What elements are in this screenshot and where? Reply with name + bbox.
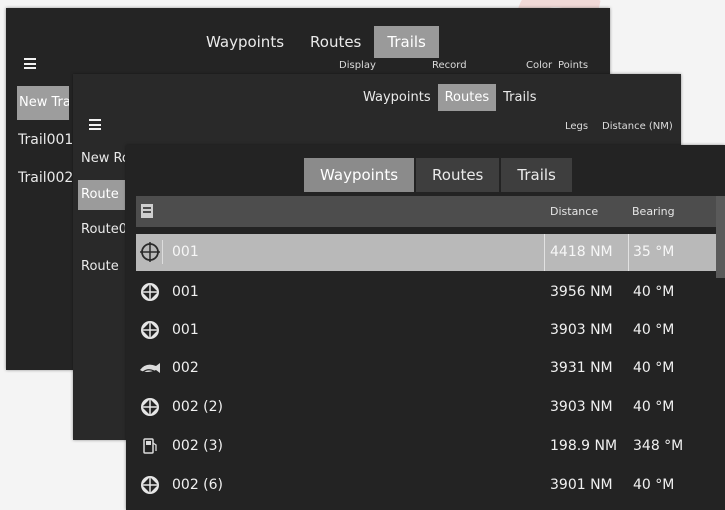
column-distance[interactable]: Distance <box>550 205 598 218</box>
fuel-waypoint-icon <box>138 434 162 458</box>
table-row[interactable]: 002 (3) 198.9 NM 348 °M <box>136 428 716 465</box>
tab-routes[interactable]: Routes <box>437 84 497 111</box>
column-legs: Legs <box>565 121 589 132</box>
tab-waypoints[interactable]: Waypoints <box>356 84 438 111</box>
table-row[interactable]: 001 3956 NM 40 °M <box>136 274 716 311</box>
column-distance: Distance (NM) <box>602 121 673 132</box>
diamond-waypoint-icon <box>138 318 162 342</box>
table-row[interactable]: 001 4418 NM 35 °M <box>136 234 716 271</box>
waypoint-bearing: 40 °M <box>633 399 675 415</box>
new-trail-button[interactable]: New Tra <box>17 86 69 120</box>
column-record: Record <box>432 60 467 71</box>
diamond-waypoint-icon <box>138 473 162 497</box>
crosshair-waypoint-icon <box>138 240 163 264</box>
waypoint-bearing: 40 °M <box>633 360 675 376</box>
waypoint-name: 002 (3) <box>172 438 224 454</box>
tab-trails[interactable]: Trails <box>501 158 572 192</box>
new-route-button[interactable]: New Ro <box>81 151 125 166</box>
waypoint-distance: 3956 NM <box>550 284 613 300</box>
table-row[interactable]: 002 (2) 3903 NM 40 °M <box>136 389 716 426</box>
table-row[interactable]: 002 3931 NM 40 °M <box>136 350 716 387</box>
trail-item[interactable]: Trail001 <box>18 132 73 148</box>
table-row[interactable]: 001 3903 NM 40 °M <box>136 312 716 349</box>
waypoint-name: 002 (6) <box>172 477 224 493</box>
waypoint-distance: 3903 NM <box>550 399 613 415</box>
waypoint-name: 001 <box>172 322 199 338</box>
trail-item[interactable]: Trail002 <box>18 170 73 186</box>
waypoint-distance: 3903 NM <box>550 322 613 338</box>
waypoints-window: Waypoints Routes Trails Distance Bearing… <box>126 145 725 510</box>
waypoint-bearing: 35 °M <box>633 244 675 260</box>
tab-waypoints[interactable]: Waypoints <box>193 26 297 58</box>
sort-list-icon[interactable] <box>141 204 153 218</box>
waypoint-bearing: 348 °M <box>633 438 684 454</box>
route-item[interactable]: Route <box>81 259 125 274</box>
waypoint-name: 002 <box>172 360 199 376</box>
diamond-waypoint-icon <box>138 280 162 304</box>
tab-routes[interactable]: Routes <box>416 158 500 192</box>
routes-tab-bar: Waypoints Routes Trails <box>356 84 543 111</box>
hamburger-menu-icon[interactable] <box>89 119 101 130</box>
column-points: Points <box>558 60 589 71</box>
trails-tab-bar: Waypoints Routes Trails <box>193 26 439 58</box>
waypoint-distance: 3901 NM <box>550 477 613 493</box>
waypoint-bearing: 40 °M <box>633 477 675 493</box>
tab-routes[interactable]: Routes <box>297 26 374 58</box>
waypoint-bearing: 40 °M <box>633 322 675 338</box>
scrollbar[interactable] <box>716 196 725 278</box>
hamburger-menu-icon[interactable] <box>24 58 36 69</box>
route-item[interactable]: Route <box>78 180 125 210</box>
waypoint-name: 001 <box>172 244 199 260</box>
column-bearing[interactable]: Bearing <box>632 205 675 218</box>
waypoints-tab-bar: Waypoints Routes Trails <box>304 158 574 192</box>
waypoint-distance: 4418 NM <box>550 244 613 260</box>
waypoint-bearing: 40 °M <box>633 284 675 300</box>
tab-trails[interactable]: Trails <box>374 26 439 58</box>
waypoint-name: 002 (2) <box>172 399 224 415</box>
tab-waypoints[interactable]: Waypoints <box>304 158 415 192</box>
waypoints-table-header: Distance Bearing <box>136 196 716 227</box>
route-item[interactable]: Route0 <box>81 222 125 237</box>
diamond-waypoint-icon <box>138 395 162 419</box>
column-color: Color <box>526 60 553 71</box>
waypoint-name: 001 <box>172 284 199 300</box>
fish-waypoint-icon <box>138 356 162 380</box>
tab-trails[interactable]: Trails <box>496 84 543 111</box>
table-row[interactable]: 002 (6) 3901 NM 40 °M <box>136 467 716 504</box>
waypoint-distance: 198.9 NM <box>550 438 618 454</box>
waypoint-distance: 3931 NM <box>550 360 613 376</box>
column-display: Display <box>339 60 376 71</box>
